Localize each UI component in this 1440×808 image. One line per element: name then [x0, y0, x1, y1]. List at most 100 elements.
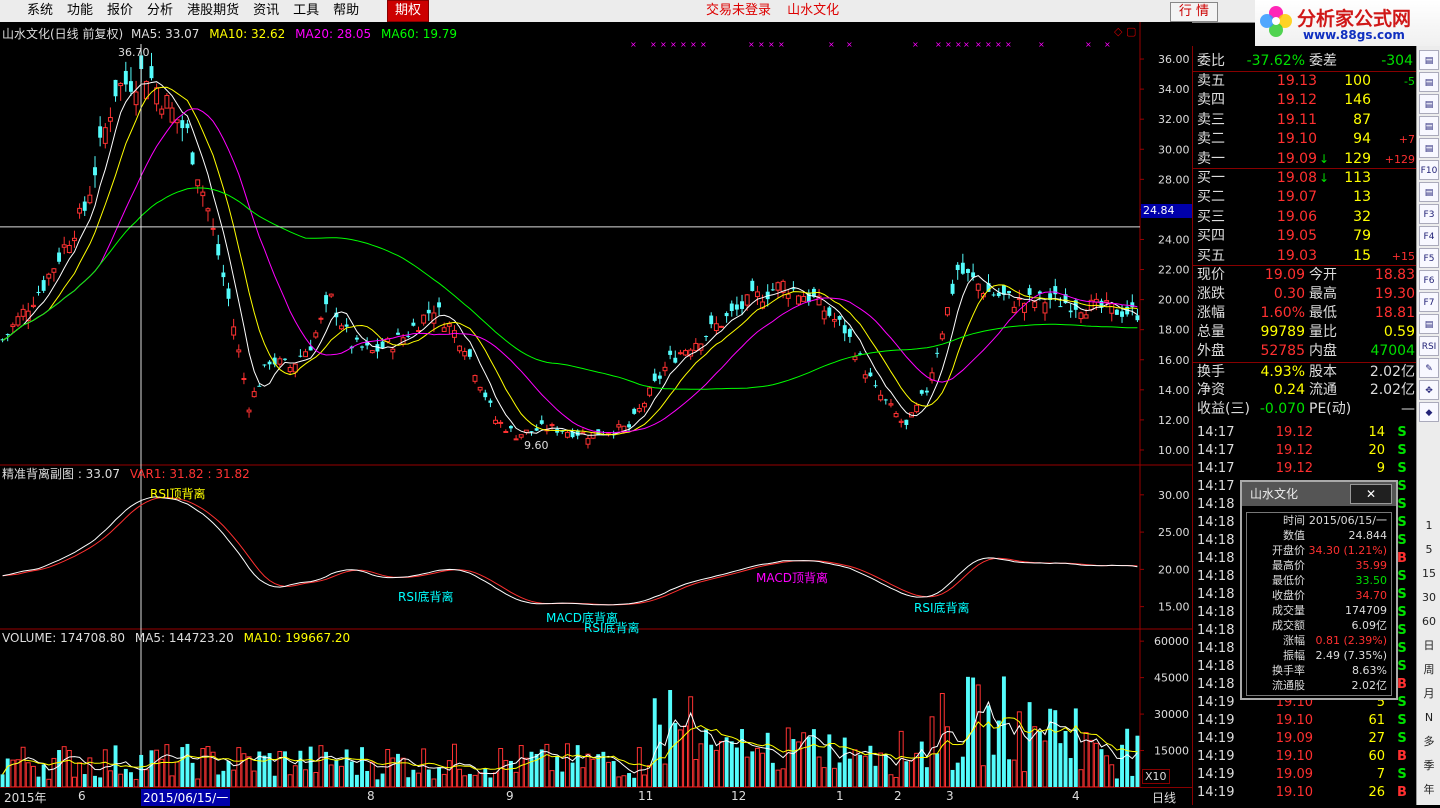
candle-body	[20, 308, 26, 317]
y-tick-label: 14.00	[1158, 384, 1190, 397]
level-volume: 94	[1353, 131, 1371, 148]
y-tick-label: 16.00	[1158, 354, 1190, 367]
period-11[interactable]: 年	[1419, 780, 1439, 800]
table-icon[interactable]: ▤	[1419, 50, 1439, 70]
volume-bar	[919, 741, 924, 787]
rsi-icon[interactable]: RSI	[1419, 336, 1439, 356]
period-2[interactable]: 15	[1419, 564, 1439, 584]
candle-body	[200, 191, 206, 197]
period-label[interactable]: 日线	[1152, 789, 1176, 806]
period-3[interactable]: 30	[1419, 588, 1439, 608]
candle-body	[344, 324, 349, 327]
candle-body	[36, 291, 41, 294]
popup-header[interactable]: 山水文化 ✕	[1242, 482, 1396, 506]
tick-icon[interactable]: ▤	[1419, 138, 1439, 158]
tick-price: 19.12	[1275, 461, 1313, 476]
period-6[interactable]: 周	[1419, 660, 1439, 680]
period-5[interactable]: 日	[1419, 636, 1439, 656]
menu-item-3[interactable]: 分析	[140, 0, 180, 22]
menu-item-7[interactable]: 帮助	[326, 0, 366, 22]
volume-bar	[426, 769, 431, 787]
menu-item-1[interactable]: 功能	[60, 0, 100, 22]
volume-bar	[570, 762, 575, 787]
popup-row: 流通股 2.02亿	[1247, 678, 1391, 693]
login-status[interactable]: 交易未登录	[706, 3, 771, 18]
popup-key: 收盘价	[1272, 589, 1305, 602]
period-10[interactable]: 季	[1419, 756, 1439, 776]
volume-bar	[1042, 740, 1048, 788]
candle-body	[508, 426, 513, 429]
menu-options[interactable]: 期权	[387, 0, 430, 22]
signal-marker: ×	[945, 40, 952, 49]
volume-bar	[888, 774, 894, 788]
period-9[interactable]: 多	[1419, 732, 1439, 752]
tick-time: 14:17	[1197, 479, 1235, 494]
candle-body	[740, 301, 744, 309]
chart-icon[interactable]: ▤	[1419, 116, 1439, 136]
f10-icon[interactable]: F10	[1419, 160, 1439, 180]
candle-body	[102, 127, 108, 144]
period-4[interactable]: 60	[1419, 612, 1439, 632]
pen-icon[interactable]: ✎	[1419, 358, 1439, 378]
down-arrow-icon: ↓	[1319, 171, 1330, 185]
f6-icon[interactable]: F6	[1419, 270, 1439, 290]
stat-value: 4.93%	[1260, 363, 1305, 380]
volume-bar	[360, 747, 364, 787]
popup-row: 收盘价 34.70	[1247, 588, 1391, 603]
period-1[interactable]: 5	[1419, 540, 1439, 560]
line-chart-icon[interactable]: ▤	[1419, 314, 1439, 334]
menu-item-2[interactable]: 报价	[100, 0, 140, 22]
signal-marker: ×	[963, 40, 970, 49]
f4-icon[interactable]: F4	[1419, 226, 1439, 246]
menu-item-5[interactable]: 资讯	[246, 0, 286, 22]
f3-icon[interactable]: F3	[1419, 204, 1439, 224]
kline-chart[interactable]: 36.0034.0032.0030.0028.0026.0024.0022.00…	[0, 22, 1192, 805]
volume-bar	[339, 765, 344, 788]
ma60-label: MA60: 19.79	[381, 27, 458, 41]
tick-row: 14:19 19.10 61 S	[1193, 712, 1417, 730]
candle-body	[503, 430, 509, 433]
candle-body	[98, 126, 103, 138]
candle-body	[262, 364, 267, 366]
candle-body	[868, 372, 873, 377]
menu-item-0[interactable]: 系统	[20, 0, 60, 22]
stat-key-2: 最低	[1309, 305, 1337, 322]
list-icon[interactable]: ▤	[1419, 72, 1439, 92]
time-axis[interactable]: 2015年 6 2015/06/15/一 8 9 11 12 1 2 3 4 日…	[0, 787, 1192, 806]
menu-item-6[interactable]: 工具	[286, 0, 326, 22]
candle-body	[277, 358, 283, 365]
candle-body	[585, 438, 591, 445]
candle-body	[441, 327, 447, 332]
grid-icon[interactable]: ▤	[1419, 94, 1439, 114]
popup-key: 最低价	[1272, 574, 1305, 587]
chart-controls-icon[interactable]: ◇ ▢	[1114, 25, 1136, 38]
quote-button[interactable]: 行 情	[1170, 2, 1218, 22]
chart-area[interactable]: 36.0034.0032.0030.0028.0026.0024.0022.00…	[0, 22, 1193, 805]
y-tick-label: 18.00	[1158, 324, 1190, 337]
volume-bar	[668, 690, 673, 787]
period-7[interactable]: 月	[1419, 684, 1439, 704]
popup-close-button[interactable]: ✕	[1350, 484, 1392, 504]
candle-body	[133, 91, 139, 106]
arrow-icon[interactable]: ◆	[1419, 402, 1439, 422]
period-0[interactable]: 1	[1419, 516, 1439, 536]
x-label-aug: 8	[367, 789, 375, 803]
data-popup[interactable]: 山水文化 ✕ 时间 2015/06/15/一 数值 24.844 开盘价 34.30 (1…	[1240, 480, 1398, 700]
candle-body	[668, 350, 673, 355]
stat-key: 涨跌	[1197, 286, 1225, 303]
tick-volume: 20	[1368, 443, 1385, 458]
volume-bar	[143, 769, 149, 788]
move-icon[interactable]: ✥	[1419, 380, 1439, 400]
x-label-apr: 4	[1072, 789, 1080, 803]
tick-row: 14:19 19.09 7 S	[1193, 766, 1417, 784]
stat-value: 99789	[1260, 324, 1305, 341]
info-icon[interactable]: ▤	[1419, 182, 1439, 202]
f5-icon[interactable]: F5	[1419, 248, 1439, 268]
period-8[interactable]: N	[1419, 708, 1439, 728]
y-tick-label: 20.00	[1158, 294, 1190, 307]
menu-item-4[interactable]: 港股期货	[180, 0, 246, 22]
candle-body	[457, 345, 463, 352]
weidiff-label: 委差	[1309, 53, 1337, 69]
f7-icon[interactable]: F7	[1419, 292, 1439, 312]
candle-body	[287, 366, 293, 373]
